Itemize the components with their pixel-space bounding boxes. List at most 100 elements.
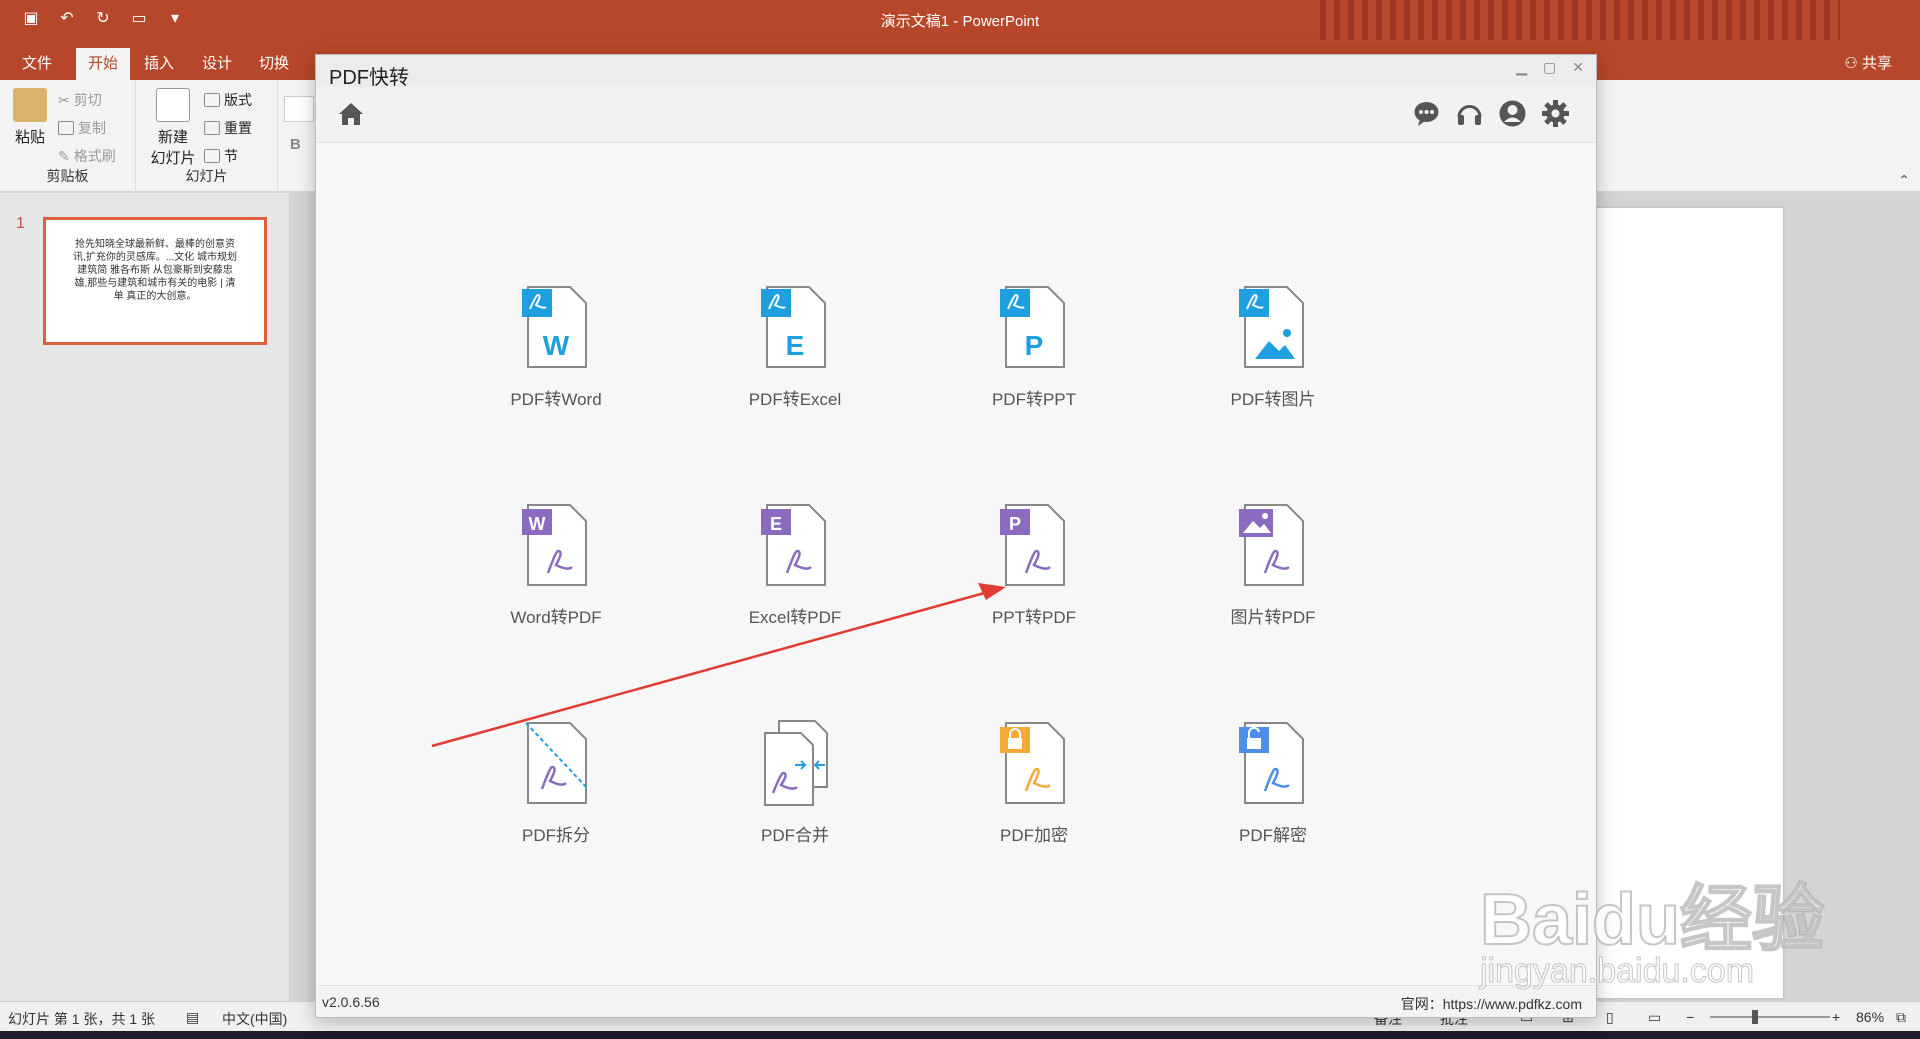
tool-label: PDF拆分 bbox=[522, 826, 590, 845]
tool-pdf-to-excel[interactable]: E PDF转Excel bbox=[705, 283, 885, 410]
copy-button[interactable]: 复制 bbox=[58, 118, 106, 138]
word-to-pdf-icon: W bbox=[516, 501, 596, 593]
tool-pdf-to-image[interactable]: PDF转图片 bbox=[1183, 283, 1363, 410]
tab-transitions[interactable]: 切换 bbox=[247, 48, 301, 80]
chat-icon[interactable] bbox=[1412, 99, 1441, 128]
tool-pdf-encrypt[interactable]: PDF加密 bbox=[944, 719, 1124, 846]
layout-button[interactable]: 版式 bbox=[204, 90, 252, 110]
thumbnail-text: 抢先知晓全球最新鲜、最棒的创意资讯,扩充你的灵感库。...文化 城市规划建筑简 … bbox=[73, 239, 237, 302]
tool-letter-p: P bbox=[1009, 514, 1021, 534]
watermark-big: Baidu经验 bbox=[1479, 879, 1825, 961]
tool-pdf-to-ppt[interactable]: P PDF转PPT bbox=[944, 283, 1124, 410]
zoom-level[interactable]: 86% bbox=[1856, 1009, 1884, 1025]
pdf-encrypt-icon bbox=[994, 719, 1074, 811]
tool-pdf-merge[interactable]: PDF合并 bbox=[705, 719, 885, 846]
tool-label: PDF转PPT bbox=[991, 390, 1077, 409]
spell-check-icon[interactable]: ▤ bbox=[186, 1009, 199, 1026]
slides-group-label: 幻灯片 bbox=[185, 168, 228, 184]
share-button[interactable]: ⚇ 共享 bbox=[1844, 52, 1892, 73]
tool-letter-e: E bbox=[786, 330, 805, 361]
language-status[interactable]: 中文(中国) bbox=[222, 1009, 287, 1029]
tool-label: Excel转PDF bbox=[748, 608, 842, 627]
tool-pdf-decrypt[interactable]: PDF解密 bbox=[1183, 719, 1363, 846]
zoom-in-button[interactable]: + bbox=[1832, 1009, 1840, 1025]
pdf-decrypt-icon bbox=[1233, 719, 1313, 811]
new-slide-button[interactable]: 新建 幻灯片 bbox=[144, 88, 202, 168]
slide-number: 1 bbox=[16, 215, 25, 232]
zoom-slider-thumb[interactable] bbox=[1752, 1010, 1758, 1024]
tool-letter-e: E bbox=[770, 514, 782, 534]
tool-excel-to-pdf[interactable]: E Excel转PDF bbox=[705, 501, 885, 628]
tab-insert[interactable]: 插入 bbox=[132, 48, 186, 80]
slides-group: 新建 幻灯片 版式 重置 节 幻灯片 bbox=[136, 80, 278, 192]
reading-view-icon[interactable]: ▯ bbox=[1606, 1009, 1614, 1026]
slide-thumbnail[interactable]: 抢先知晓全球最新鲜、最棒的创意资讯,扩充你的灵感库。...文化 城市规划建筑简 … bbox=[43, 217, 267, 345]
close-icon[interactable]: ✕ bbox=[1572, 59, 1584, 76]
pdf-converter-window: PDF快转 ▁ ▢ ✕ W PDF转Word E PDF转Excel P PDF… bbox=[315, 54, 1597, 1018]
tool-image-to-pdf[interactable]: 图片转PDF bbox=[1183, 501, 1363, 628]
tool-label: PDF转Word bbox=[510, 390, 602, 409]
tool-label: PPT转PDF bbox=[991, 608, 1077, 627]
font-box[interactable] bbox=[284, 96, 314, 122]
bold-button[interactable]: B bbox=[290, 136, 301, 153]
layout-icon bbox=[204, 93, 220, 107]
user-icon[interactable] bbox=[1498, 99, 1527, 128]
tool-label: PDF转Excel bbox=[748, 390, 842, 409]
brush-icon: ✎ bbox=[58, 147, 70, 164]
tool-pdf-split[interactable]: PDF拆分 bbox=[466, 719, 646, 846]
fit-slide-icon[interactable]: ⧉ bbox=[1896, 1009, 1906, 1026]
headset-icon[interactable] bbox=[1455, 99, 1484, 128]
collapse-ribbon-icon[interactable]: ⌃ bbox=[1898, 172, 1910, 189]
format-painter-button[interactable]: ✎ 格式刷 bbox=[58, 146, 116, 166]
window-controls: ▁ ▢ ✕ bbox=[1516, 59, 1584, 76]
user-icon: ⚇ bbox=[1844, 55, 1862, 72]
layout-label: 版式 bbox=[224, 92, 252, 108]
zoom-out-button[interactable]: − bbox=[1686, 1009, 1694, 1025]
baidu-watermark: Baidu经验 jingyan.baidu.com bbox=[1470, 830, 1830, 1000]
new-slide-icon bbox=[156, 88, 190, 122]
slideshow-view-icon[interactable]: ▭ bbox=[1648, 1009, 1661, 1026]
taskbar bbox=[0, 1031, 1920, 1039]
pdf-split-icon bbox=[516, 719, 596, 811]
reset-button[interactable]: 重置 bbox=[204, 118, 252, 138]
pdf-footer: v2.0.6.56 官网：https://www.pdfkz.com bbox=[316, 985, 1596, 1017]
tool-letter-p: P bbox=[1025, 330, 1044, 361]
tool-ppt-to-pdf[interactable]: P PPT转PDF bbox=[944, 501, 1124, 628]
new-slide-label-1: 新建 bbox=[157, 129, 188, 146]
clipboard-icon bbox=[13, 88, 47, 122]
section-button[interactable]: 节 bbox=[204, 146, 238, 166]
tab-home[interactable]: 开始 bbox=[76, 48, 131, 80]
tool-word-to-pdf[interactable]: W Word转PDF bbox=[466, 501, 646, 628]
clipboard-group: 粘贴 ✂ 剪切 复制 ✎ 格式刷 剪贴板 bbox=[0, 80, 136, 192]
tool-label: 图片转PDF bbox=[1230, 608, 1316, 627]
tool-letter-w: W bbox=[529, 514, 546, 534]
minimize-icon[interactable]: ▁ bbox=[1516, 59, 1527, 76]
ppt-to-pdf-icon: P bbox=[994, 501, 1074, 593]
cut-button[interactable]: ✂ 剪切 bbox=[58, 90, 102, 110]
home-icon[interactable] bbox=[336, 99, 366, 129]
tab-design[interactable]: 设计 bbox=[190, 48, 244, 80]
watermark-small: jingyan.baidu.com bbox=[1479, 952, 1755, 991]
slide-thumbnails-pane: 1 抢先知晓全球最新鲜、最棒的创意资讯,扩充你的灵感库。...文化 城市规划建筑… bbox=[0, 193, 290, 1001]
copy-icon bbox=[58, 121, 74, 135]
title-bar: ▣ ↶ ↻ ▭ ▾ 演示文稿1 - PowerPoint bbox=[0, 0, 1920, 90]
excel-to-pdf-icon: E bbox=[755, 501, 835, 593]
tool-label: PDF解密 bbox=[1239, 826, 1307, 845]
tool-pdf-to-word[interactable]: W PDF转Word bbox=[466, 283, 646, 410]
pdf-window-titlebar: PDF快转 ▁ ▢ ✕ bbox=[316, 55, 1596, 89]
slide-count-status: 幻灯片 第 1 张，共 1 张 bbox=[8, 1011, 156, 1027]
pdf-to-word-icon: W bbox=[516, 283, 596, 375]
new-slide-label-2: 幻灯片 bbox=[150, 150, 196, 167]
image-to-pdf-icon bbox=[1233, 501, 1313, 593]
paste-button[interactable]: 粘贴 bbox=[10, 88, 50, 147]
maximize-icon[interactable]: ▢ bbox=[1543, 59, 1556, 76]
reset-label: 重置 bbox=[224, 120, 252, 136]
tool-grid: W PDF转Word E PDF转Excel P PDF转PPT PDF转图片 … bbox=[316, 143, 1596, 985]
zoom-slider[interactable] bbox=[1710, 1016, 1830, 1018]
pdf-toolbar bbox=[316, 87, 1596, 143]
tab-file[interactable]: 文件 bbox=[10, 48, 64, 80]
settings-icon[interactable] bbox=[1541, 99, 1570, 128]
tool-letter-w: W bbox=[543, 330, 570, 361]
pdf-to-image-icon bbox=[1233, 283, 1313, 375]
tool-label: PDF加密 bbox=[1000, 826, 1068, 845]
